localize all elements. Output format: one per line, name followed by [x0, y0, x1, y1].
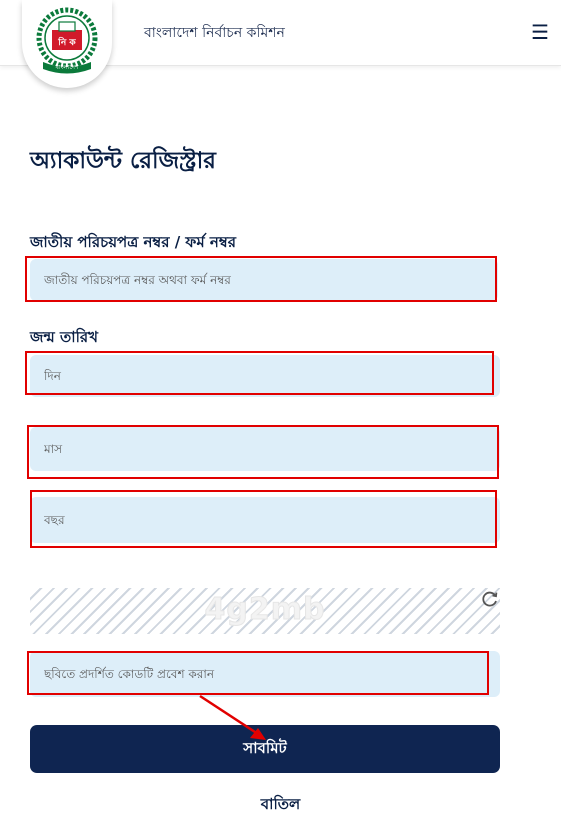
logo[interactable]: নি ক বাংলাদেশ — [22, 0, 112, 88]
nid-label: জাতীয় পরিচয়পত্র নম্বর / ফর্ম নম্বর — [30, 233, 236, 251]
hamburger-menu-icon[interactable]: ☰ — [531, 22, 549, 42]
page-title: অ্যাকাউন্ট রেজিস্ট্রার — [30, 148, 216, 174]
dob-label: জন্ম তারিখ — [30, 328, 98, 346]
refresh-icon[interactable] — [480, 589, 500, 609]
logo-ribbon-text: বাংলাদেশ — [55, 64, 79, 71]
year-input[interactable] — [30, 497, 500, 543]
captcha-image: 4g2mb — [30, 588, 500, 634]
brand-name: বাংলাদেশ নির্বাচন কমিশন — [144, 25, 285, 41]
day-input[interactable] — [30, 355, 500, 397]
month-input[interactable] — [30, 427, 500, 471]
top-navbar: নি ক বাংলাদেশ বাংলাদেশ নির্বাচন কমিশন ☰ — [0, 0, 561, 88]
annotation-arrow — [199, 694, 266, 740]
submit-button[interactable]: সাবমিট — [30, 725, 500, 773]
captcha-input[interactable] — [30, 651, 500, 697]
logo-text: নি ক — [57, 36, 76, 48]
nid-input[interactable] — [30, 259, 498, 301]
captcha-text: 4g2mb — [204, 592, 326, 628]
election-commission-seal-icon: নি ক বাংলাদেশ — [36, 7, 98, 74]
cancel-link[interactable]: বাতিল — [0, 793, 561, 818]
